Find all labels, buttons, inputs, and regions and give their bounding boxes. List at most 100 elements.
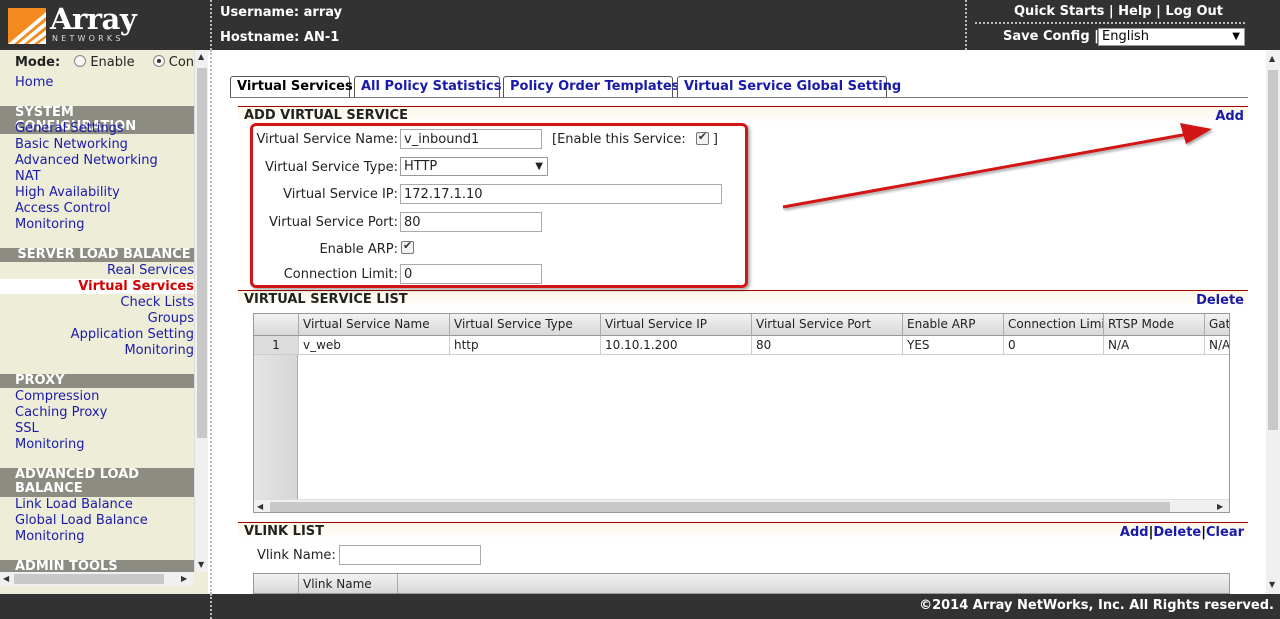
sidebar-item-groups[interactable]: Groups	[148, 311, 194, 326]
footer: ©2014 Array NetWorks, Inc. All Rights re…	[0, 594, 1280, 619]
col-header-gateway[interactable]: Gat	[1204, 314, 1229, 336]
sidebar-item-check-lists[interactable]: Check Lists	[120, 295, 194, 310]
scroll-down-icon[interactable]: ▼	[198, 560, 204, 569]
vlink-grid: Vlink Name	[253, 573, 1230, 594]
sidebar-item-application-setting[interactable]: Application Setting	[71, 327, 194, 342]
cell-rtsp-mode[interactable]: N/A	[1103, 336, 1204, 355]
header-divider-right	[965, 0, 967, 50]
vlink-name-label: Vlink Name:	[257, 548, 336, 563]
vlink-clear-button[interactable]: Clear	[1206, 525, 1244, 540]
annotation-arrow-icon	[782, 123, 1212, 209]
scroll-left-icon[interactable]: ◀	[3, 574, 9, 583]
row-number-column	[254, 336, 298, 500]
header-divider	[210, 0, 212, 50]
copyright-text: ©2014 Array NetWorks, Inc. All Rights re…	[919, 598, 1274, 613]
sidebar-scroll-thumb[interactable]	[197, 68, 207, 438]
vlink-name-input[interactable]	[339, 545, 481, 565]
tab-virtual-service-global-setting[interactable]: Virtual Service Global Setting	[677, 76, 901, 97]
sidebar-item-proxy-monitoring[interactable]: Monitoring	[15, 437, 85, 452]
sidebar-item-global-load-balance[interactable]: Global Load Balance	[15, 513, 148, 528]
delete-button[interactable]: Delete	[1196, 292, 1244, 309]
mode-selector: Mode: Enable Config	[15, 55, 194, 70]
scroll-right-icon[interactable]: ▶	[1217, 502, 1223, 511]
username-label: Username: array	[220, 5, 343, 20]
sidebar-item-general-settings[interactable]: General Settings	[15, 121, 124, 136]
top-header: Array NETWORKS Username: array Hostname:…	[0, 0, 1280, 50]
sidebar-item-compression[interactable]: Compression	[15, 389, 99, 404]
sidebar-head-admin: ADMIN TOOLS	[0, 560, 194, 572]
tab-policy-order-templates[interactable]: Policy Order Templates	[503, 76, 679, 97]
sidebar-hscroll-thumb[interactable]	[14, 574, 164, 584]
cell-gateway[interactable]: N/A	[1204, 336, 1229, 355]
section-title-text: ADD VIRTUAL SERVICE	[244, 108, 408, 123]
cell-connection-limit[interactable]: 0	[1003, 336, 1103, 355]
help-link[interactable]: Help	[1118, 4, 1151, 19]
save-config-link[interactable]: Save Config |	[1003, 29, 1099, 44]
sidebar-home[interactable]: Home	[15, 75, 53, 90]
col-header-vlink-name[interactable]: Vlink Name	[298, 574, 398, 593]
sidebar-item-ssl[interactable]: SSL	[15, 421, 39, 436]
sidebar-item-system-monitoring[interactable]: Monitoring	[15, 217, 85, 232]
sidebar-head-slb: SERVER LOAD BALANCE	[0, 248, 194, 262]
cell-vs-ip[interactable]: 10.10.1.200	[600, 336, 751, 355]
sidebar-item-alb-monitoring[interactable]: Monitoring	[15, 529, 85, 544]
sidebar-nav: Mode: Enable Config Home SYSTEM CONFIGUR…	[0, 50, 194, 572]
tab-virtual-services[interactable]: Virtual Services	[230, 76, 353, 98]
vlink-add-button[interactable]: Add	[1120, 525, 1149, 540]
col-header-vs-type[interactable]: Virtual Service Type	[449, 314, 600, 336]
logo-word: Array	[50, 2, 137, 36]
section-title-text: VLINK LIST	[244, 524, 325, 539]
sidebar-item-high-availability[interactable]: High Availability	[15, 185, 120, 200]
header-links: Quick Starts | Help | Log Out	[1014, 4, 1223, 19]
cell-vs-type[interactable]: http	[449, 336, 600, 355]
sidebar-item-slb-monitoring[interactable]: Monitoring	[124, 343, 194, 358]
col-header-vs-ip[interactable]: Virtual Service IP	[600, 314, 751, 336]
mode-config-label: Config	[168, 55, 194, 70]
row-number: 1	[254, 336, 298, 355]
scroll-left-icon[interactable]: ◀	[257, 502, 263, 511]
col-header-vs-port[interactable]: Virtual Service Port	[751, 314, 902, 336]
col-header-connection-limit[interactable]: Connection Limit	[1003, 314, 1103, 336]
cell-vs-port[interactable]: 80	[751, 336, 902, 355]
language-select[interactable]: English ▼	[1098, 28, 1245, 46]
cell-enable-arp[interactable]: YES	[902, 336, 1003, 355]
scroll-down-icon[interactable]: ▼	[1269, 580, 1275, 589]
col-header-enable-arp[interactable]: Enable ARP	[902, 314, 1003, 336]
quick-starts-link[interactable]: Quick Starts	[1014, 4, 1104, 19]
sidebar-item-link-load-balance[interactable]: Link Load Balance	[15, 497, 133, 512]
tab-all-policy-statistics[interactable]: All Policy Statistics	[354, 76, 501, 97]
scroll-up-icon[interactable]: ▲	[1269, 54, 1275, 63]
main-scroll-thumb[interactable]	[1268, 70, 1278, 430]
sidebar-item-nat[interactable]: NAT	[15, 169, 41, 184]
mode-enable-label: Enable	[90, 55, 135, 70]
col-header-rtsp-mode[interactable]: RTSP Mode	[1103, 314, 1204, 336]
sidebar-item-advanced-networking[interactable]: Advanced Networking	[15, 153, 158, 168]
sidebar-vertical-scrollbar[interactable]: ▲ ▼	[194, 50, 208, 572]
sidebar-item-access-control[interactable]: Access Control	[15, 201, 111, 216]
array-logo-icon	[8, 8, 46, 44]
scroll-up-icon[interactable]: ▲	[198, 52, 204, 61]
sidebar-horizontal-scrollbar[interactable]: ◀ ▶	[0, 572, 194, 586]
sidebar-item-basic-networking[interactable]: Basic Networking	[15, 137, 128, 152]
mode-enable-radio[interactable]	[74, 55, 87, 67]
logout-link[interactable]: Log Out	[1165, 4, 1223, 19]
sidebar-item-caching-proxy[interactable]: Caching Proxy	[15, 405, 107, 420]
sidebar-item-real-services[interactable]: Real Services	[107, 263, 194, 278]
tab-underline	[230, 97, 1248, 98]
mode-config-radio[interactable]	[152, 55, 165, 67]
grid-scroll-thumb[interactable]	[270, 502, 1170, 512]
link-separator: |	[1151, 4, 1166, 19]
vlink-delete-button[interactable]: Delete	[1153, 525, 1201, 540]
array-logo: Array NETWORKS	[8, 2, 208, 46]
col-header-vs-name[interactable]: Virtual Service Name	[298, 314, 449, 336]
scroll-right-icon[interactable]: ▶	[181, 574, 187, 583]
sidebar-head-alb: ADVANCED LOAD BALANCE	[0, 468, 194, 497]
cell-vs-name[interactable]: v_web	[298, 336, 449, 355]
link-separator: |	[1104, 4, 1119, 19]
logo-subtitle: NETWORKS	[52, 34, 124, 43]
sidebar-item-virtual-services[interactable]: Virtual Services	[0, 279, 194, 294]
mode-label: Mode:	[15, 55, 61, 70]
main-vertical-scrollbar[interactable]: ▲ ▼	[1266, 50, 1280, 594]
virtual-service-list-title: VIRTUAL SERVICE LIST Delete	[238, 290, 1248, 308]
grid-horizontal-scrollbar[interactable]: ◀ ▶	[254, 499, 1229, 512]
